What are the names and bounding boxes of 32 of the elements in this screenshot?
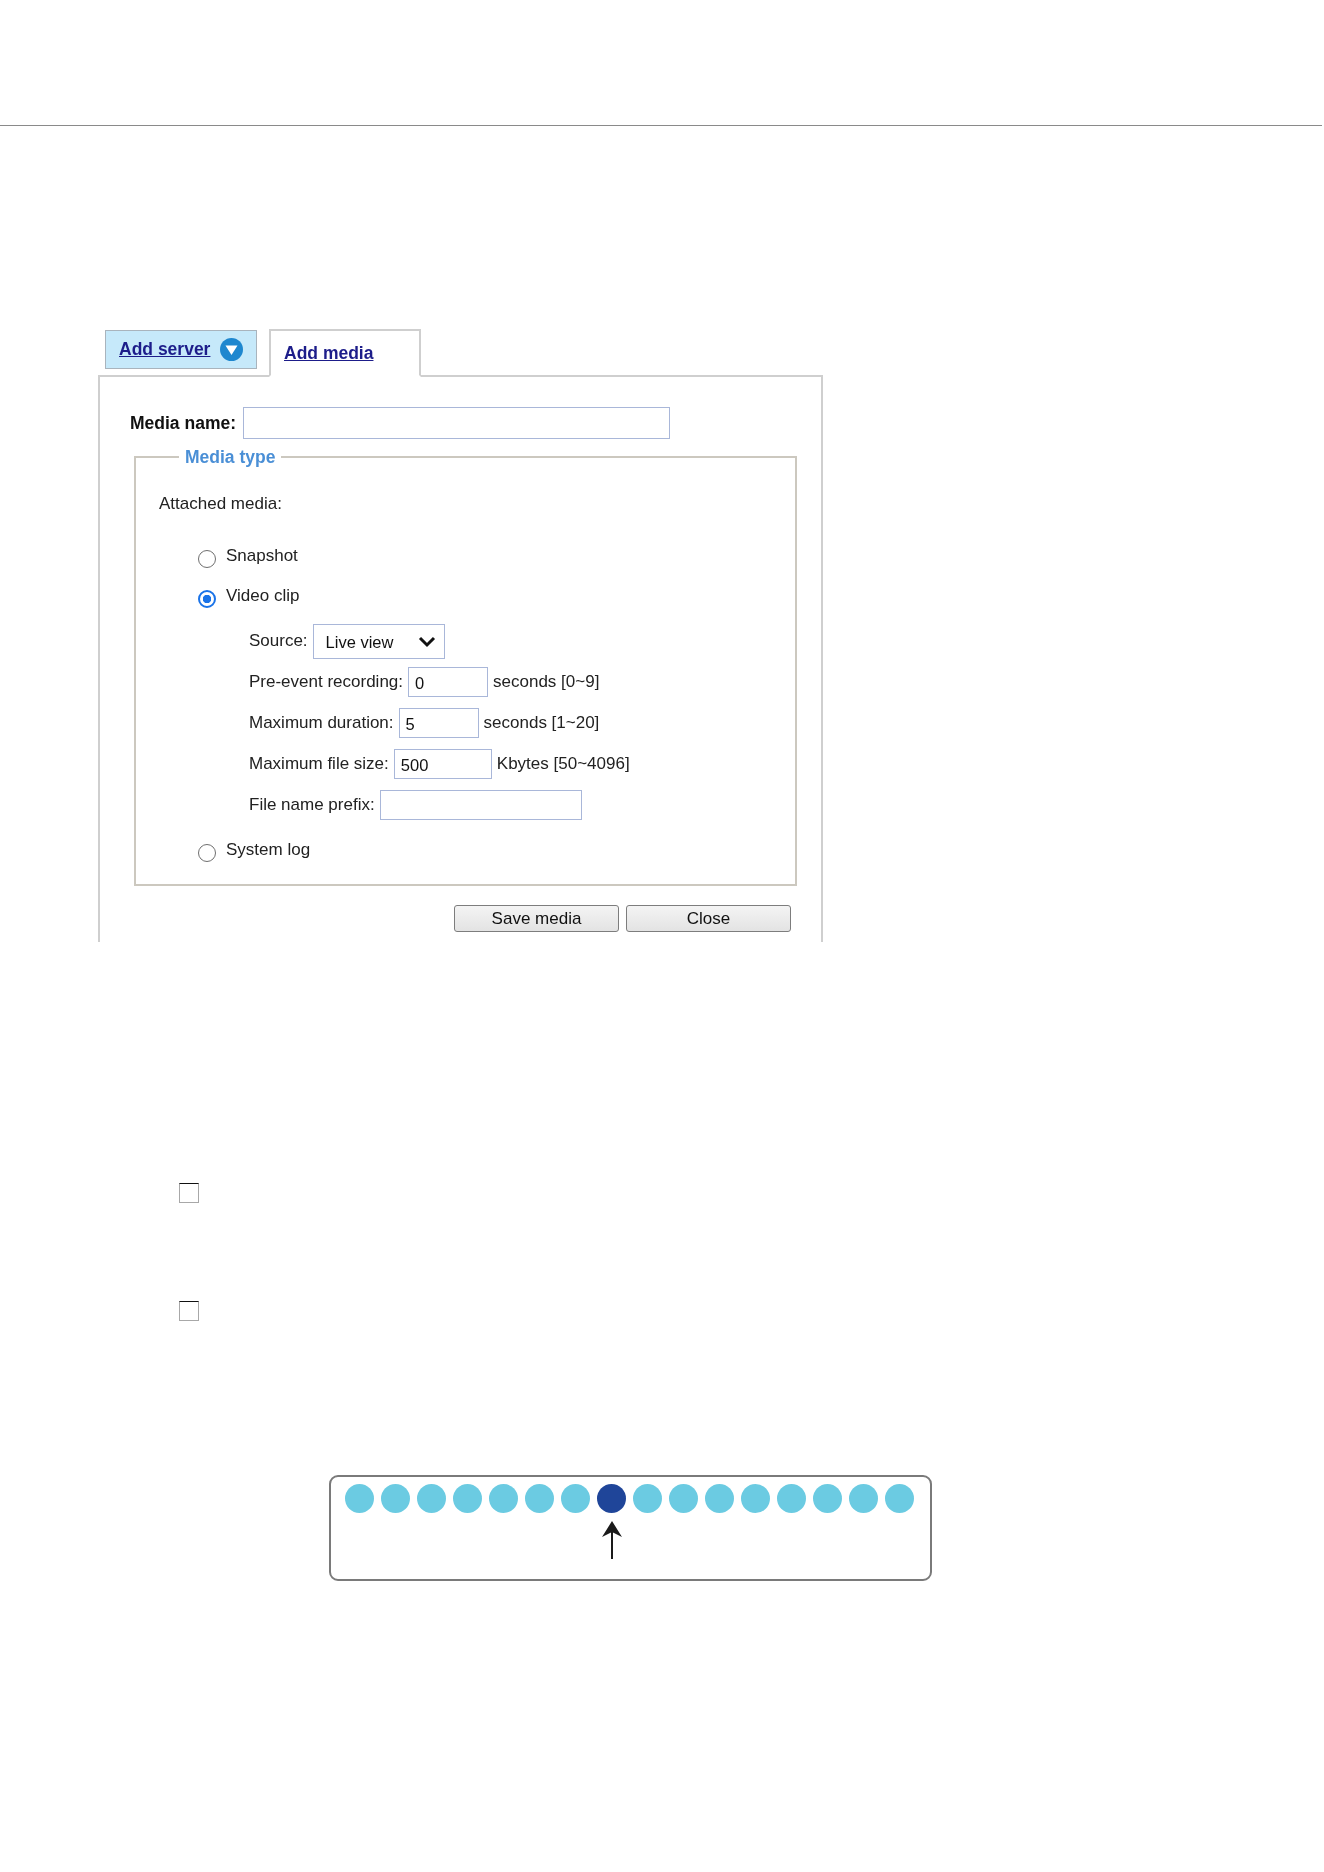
field-label: File name prefix: (249, 795, 375, 815)
field-label: Maximum file size: (249, 754, 389, 774)
field-label: Media name: (130, 412, 236, 434)
chevron-down-icon (417, 636, 436, 648)
field-label: Attached media: (159, 494, 282, 514)
unit-text: seconds [0~9] (493, 672, 600, 692)
radio-button[interactable] (198, 590, 216, 608)
checkbox[interactable] (179, 1183, 199, 1203)
input-field[interactable] (379, 790, 582, 820)
source-select[interactable]: Live view (312, 623, 445, 659)
action-button[interactable]: Save media (454, 905, 619, 932)
up-arrow (601, 1521, 622, 1559)
input-field[interactable]: 500 (393, 749, 492, 779)
unit-text: Kbytes [50~4096] (496, 754, 630, 774)
tab[interactable]: Add media (269, 329, 421, 377)
group-title: Media type (184, 447, 277, 467)
field-label: Source: (249, 631, 308, 651)
field-label: Pre-event recording: (249, 672, 404, 692)
checkbox[interactable] (179, 1301, 199, 1321)
unit-text: seconds [1~20] (483, 713, 600, 733)
option-label: Video clip (226, 586, 300, 606)
radio-button[interactable] (198, 844, 216, 862)
input-field[interactable]: 5 (398, 708, 479, 738)
action-button[interactable]: Close (626, 905, 791, 932)
option-label: Snapshot (226, 546, 298, 566)
field-label: Maximum duration: (249, 713, 394, 733)
option-label: System log (226, 840, 311, 860)
radio-button[interactable] (198, 550, 216, 568)
tab[interactable]: Add server (105, 330, 257, 369)
input-field[interactable]: 0 (408, 667, 489, 697)
caret-down-icon (220, 338, 244, 361)
input-field[interactable] (243, 407, 670, 439)
